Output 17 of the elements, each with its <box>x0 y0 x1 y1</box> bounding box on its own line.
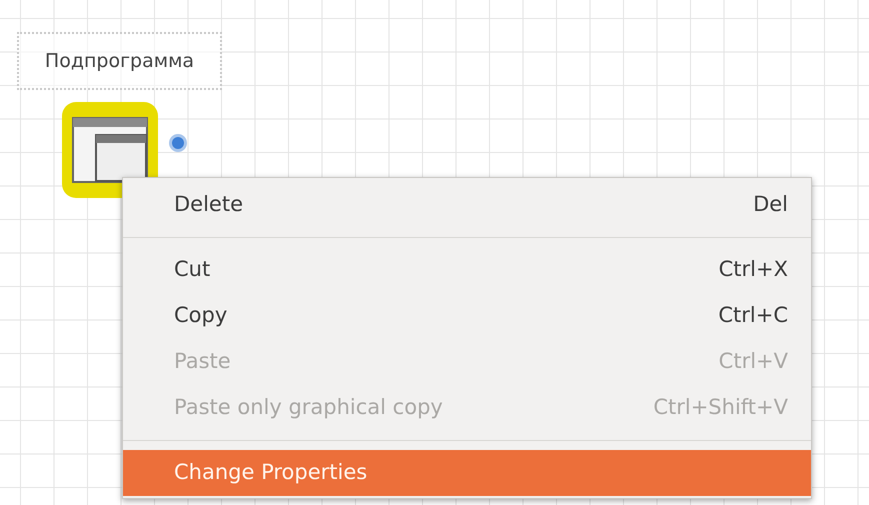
menu-item-label: Delete <box>174 191 243 218</box>
port-dot[interactable] <box>168 133 188 153</box>
menu-item[interactable]: Cut Ctrl+X <box>123 247 811 293</box>
shortcut-text: Del <box>753 191 788 218</box>
menu-item-label: Change Properties <box>174 459 368 486</box>
menu-item-label: Copy <box>174 302 228 330</box>
menu-item-label: Paste only graphical copy <box>174 394 443 422</box>
shortcut-text: Ctrl+V <box>718 348 788 376</box>
shortcut-text: Ctrl+Shift+V <box>653 394 788 422</box>
menu-item[interactable]: Delete Del <box>123 182 811 228</box>
shortcut-text: Ctrl+X <box>718 256 788 284</box>
menu-item-label: Paste <box>174 348 231 376</box>
block-node[interactable] <box>62 102 158 198</box>
menu-item[interactable]: Copy Ctrl+C <box>123 293 811 339</box>
shortcut-text: Ctrl+C <box>718 302 788 330</box>
menu-item-label: Cut <box>174 256 210 284</box>
block-label: Подпрограмма <box>17 32 222 90</box>
